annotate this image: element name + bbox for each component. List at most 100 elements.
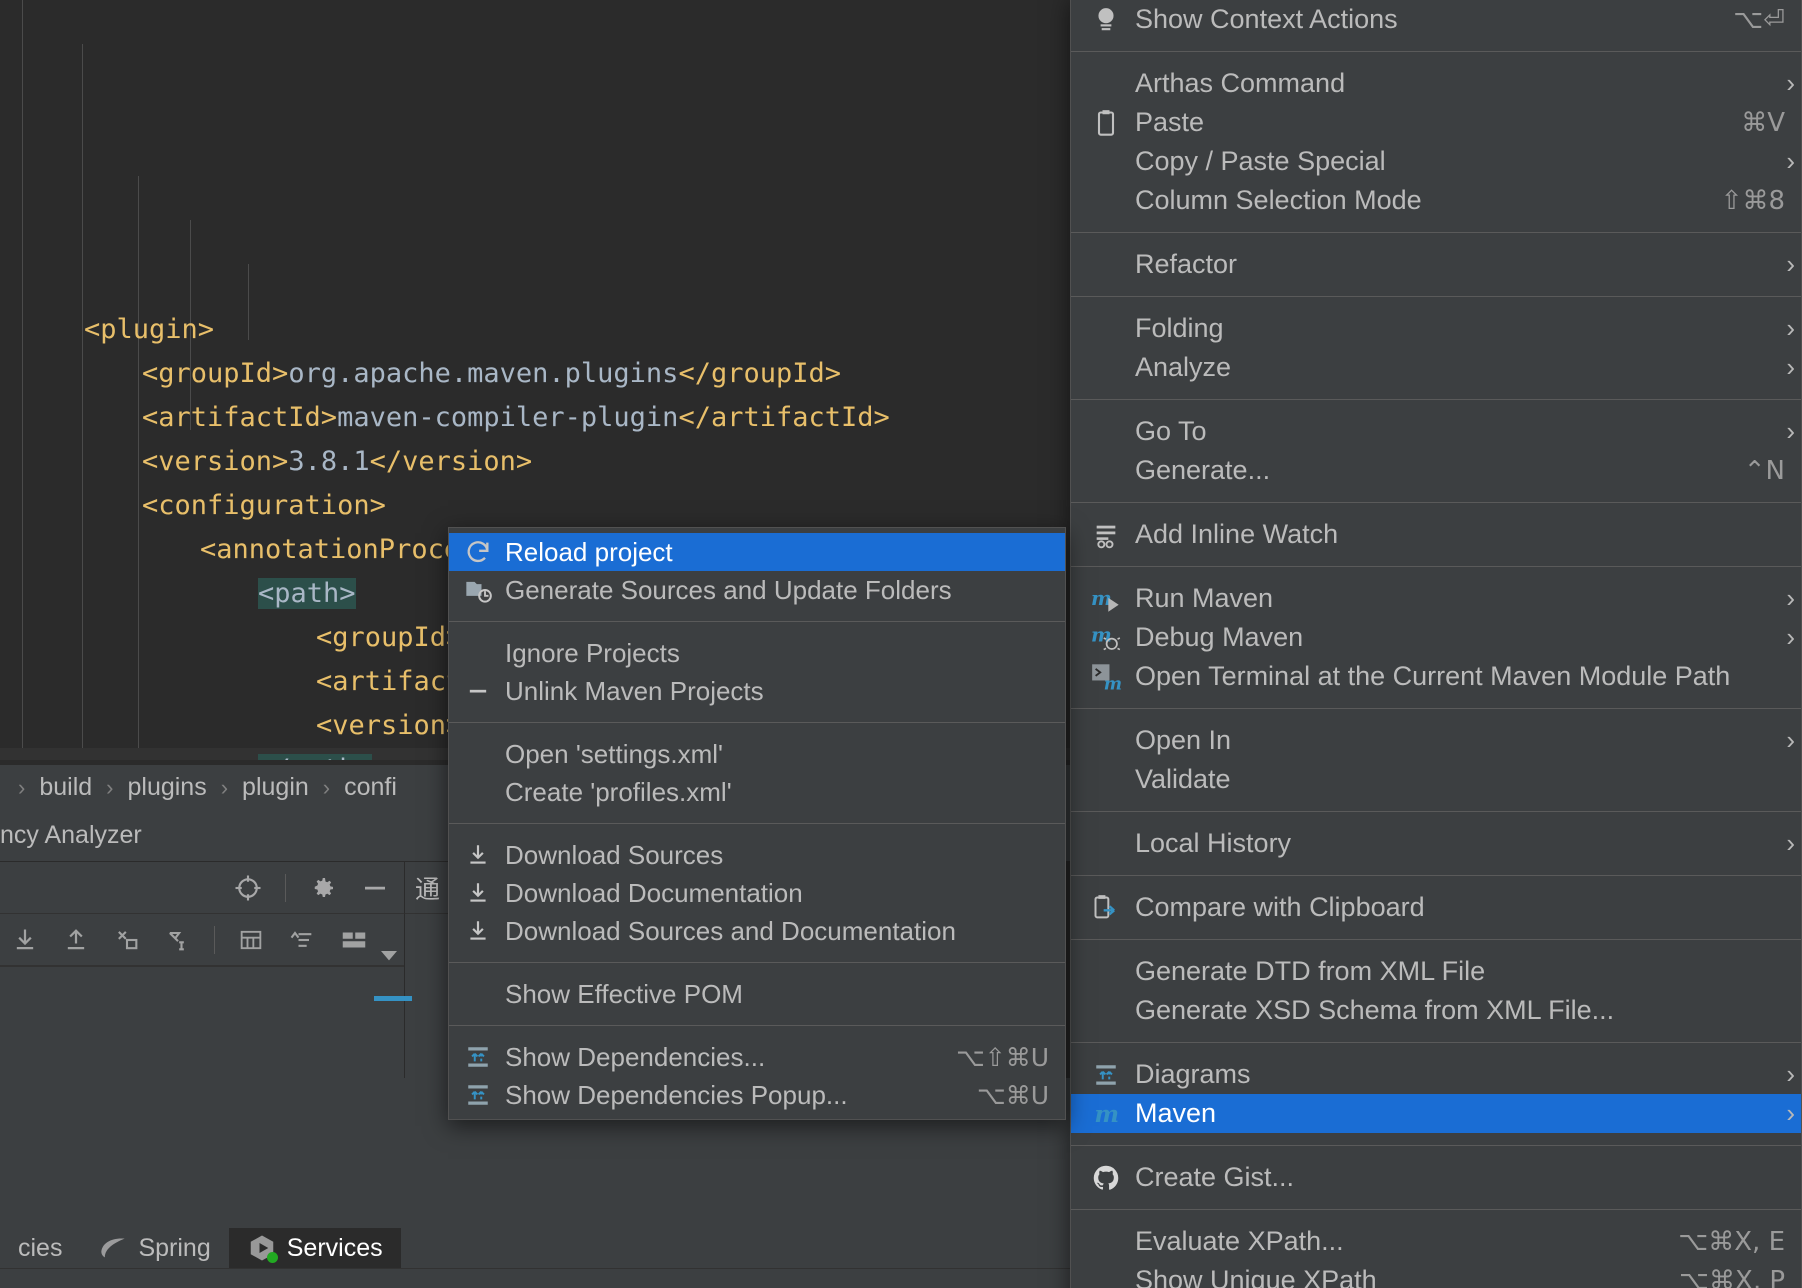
menu-item-compare-with-clipboard[interactable]: Compare with Clipboard (1071, 888, 1801, 927)
menu-item-label: Local History (1135, 828, 1292, 858)
menu-item-show-effective-pom[interactable]: Show Effective POM (449, 975, 1065, 1013)
menu-item-diagrams[interactable]: Diagrams › (1071, 1055, 1801, 1094)
svg-text:m: m (1091, 624, 1112, 646)
menu-item-open-terminal-at-the-current-maven-module-path[interactable]: m Open Terminal at the Current Maven Modu… (1071, 657, 1801, 696)
gear-icon[interactable] (308, 873, 338, 903)
collapse-all-icon[interactable] (112, 925, 141, 955)
menu-item-label: Evaluate XPath... (1135, 1226, 1344, 1256)
editor-context-menu[interactable]: Show Context Actions ⌥⏎ Arthas Command › Pas… (1070, 0, 1802, 1288)
menu-item-label: Run Maven (1135, 583, 1274, 613)
menu-item-open-in[interactable]: Open In › (1071, 721, 1801, 760)
menu-item-label: Column Selection Mode (1135, 185, 1422, 215)
toolbar-divider (214, 925, 215, 954)
menu-group: Show Context Actions ⌥⏎ (1071, 0, 1801, 44)
menu-item-reload-project[interactable]: Reload project (449, 533, 1065, 571)
code-line: <version>3.8.1</version> (142, 446, 533, 477)
diagrams-icon (1087, 1062, 1125, 1088)
inline-watch-icon (1087, 521, 1125, 549)
menu-separator (449, 1025, 1065, 1026)
toolwindow-toolbar-bottom[interactable] (0, 914, 404, 966)
breadcrumb-item-plugin[interactable]: plugin (242, 773, 309, 802)
upload-icon[interactable] (61, 925, 90, 955)
breadcrumb-item-build[interactable]: build (39, 773, 92, 802)
menu-item-open-settings-xml[interactable]: Open 'settings.xml' (449, 735, 1065, 773)
menu-item-maven[interactable]: m Maven › (1071, 1094, 1801, 1133)
dependencies-icon (461, 1044, 495, 1070)
breadcrumb-separator-icon: › (322, 774, 331, 800)
download-icon[interactable] (10, 925, 39, 955)
menu-item-debug-maven[interactable]: m Debug Maven › (1071, 618, 1801, 657)
menu-group: Show Effective POM (449, 970, 1065, 1018)
sort-icon[interactable] (288, 925, 317, 955)
menu-group: Generate DTD from XML File Generate XSD S… (1071, 947, 1801, 1035)
table-view-icon[interactable] (237, 925, 266, 955)
lightbulb-icon (1087, 6, 1125, 34)
breadcrumb-separator-icon: › (18, 774, 26, 800)
menu-separator (449, 722, 1065, 723)
menu-item-analyze[interactable]: Analyze › (1071, 348, 1801, 387)
menu-item-label: Maven (1135, 1098, 1217, 1128)
menu-item-generate[interactable]: Generate... ⌃N (1071, 451, 1801, 490)
menu-item-unlink-maven-projects[interactable]: Unlink Maven Projects (449, 672, 1065, 710)
tab-dependencies[interactable]: сies (0, 1228, 80, 1268)
menu-item-folding[interactable]: Folding › (1071, 309, 1801, 348)
menu-item-copy-paste-special[interactable]: Copy / Paste Special › (1071, 142, 1801, 181)
menu-item-paste[interactable]: Paste ⌘V (1071, 103, 1801, 142)
maven-submenu[interactable]: Reload project Generate Sources and Updat… (448, 527, 1066, 1120)
code-line: <plugin> (84, 314, 215, 345)
menu-item-label: Download Sources (505, 839, 724, 870)
menu-item-download-sources[interactable]: Download Sources (449, 836, 1065, 874)
menu-group: Go To › Generate... ⌃N (1071, 407, 1801, 495)
chevron-right-icon: › (1786, 1098, 1795, 1128)
chevron-right-icon: › (1786, 622, 1795, 652)
menu-item-local-history[interactable]: Local History › (1071, 824, 1801, 863)
menu-item-label: Ignore Projects (505, 637, 680, 668)
menu-item-download-documentation[interactable]: Download Documentation (449, 874, 1065, 912)
bottom-tool-tabs[interactable]: сies Spring Services (0, 1228, 401, 1268)
tab-spring[interactable]: Spring (80, 1228, 228, 1268)
clipboard-icon (1087, 109, 1125, 137)
menu-item-generate-xsd-schema-from-xml-file[interactable]: Generate XSD Schema from XML File... (1071, 991, 1801, 1030)
minimize-icon[interactable] (360, 873, 390, 903)
menu-item-label: Analyze (1135, 352, 1232, 382)
menu-item-validate[interactable]: Validate (1071, 760, 1801, 799)
menu-item-label: Unlink Maven Projects (505, 675, 764, 706)
menu-item-run-maven[interactable]: m Run Maven › (1071, 579, 1801, 618)
menu-item-generate-sources-and-update-folders[interactable]: Generate Sources and Update Folders (449, 571, 1065, 609)
menu-item-evaluate-xpath[interactable]: Evaluate XPath... ⌥⌘X, E (1071, 1222, 1801, 1261)
menu-item-create-profiles-xml[interactable]: Create 'profiles.xml' (449, 773, 1065, 811)
menu-item-label: Open Terminal at the Current Maven Modul… (1135, 661, 1731, 691)
breadcrumb-item-plugins[interactable]: plugins (127, 773, 206, 802)
menu-item-download-sources-and-documentation[interactable]: Download Sources and Documentation (449, 912, 1065, 950)
menu-item-create-gist[interactable]: Create Gist... (1071, 1158, 1801, 1197)
tab-services[interactable]: Services (228, 1228, 401, 1268)
menu-item-generate-dtd-from-xml-file[interactable]: Generate DTD from XML File (1071, 952, 1801, 991)
menu-item-ignore-projects[interactable]: Ignore Projects (449, 634, 1065, 672)
menu-group: Show Dependencies... ⌥⇧⌘U Show Dependencie… (449, 1033, 1065, 1119)
menu-item-shortcut: ⌃N (1743, 455, 1785, 486)
chevron-right-icon: › (1786, 249, 1795, 279)
menu-item-column-selection-mode[interactable]: Column Selection Mode ⇧⌘8 (1071, 181, 1801, 220)
menu-item-add-inline-watch[interactable]: Add Inline Watch (1071, 515, 1801, 554)
menu-item-label: Open In (1135, 725, 1232, 755)
menu-item-arthas-command[interactable]: Arthas Command › (1071, 64, 1801, 103)
jump-to-source-icon[interactable] (163, 925, 192, 955)
locate-icon[interactable] (233, 873, 263, 903)
menu-item-go-to[interactable]: Go To › (1071, 412, 1801, 451)
menu-item-shortcut: ⌥⇧⌘U (955, 1042, 1049, 1072)
menu-item-show-dependencies-popup[interactable]: Show Dependencies Popup... ⌥⌘U (449, 1076, 1065, 1114)
menu-group: Local History › (1071, 819, 1801, 868)
menu-item-refactor[interactable]: Refactor › (1071, 245, 1801, 284)
menu-item-show-unique-xpath[interactable]: Show Unique XPath ⌥⌘X, P (1071, 1261, 1801, 1288)
menu-item-label: Copy / Paste Special (1135, 146, 1386, 176)
breadcrumb-item-configuration[interactable]: confi (344, 773, 397, 802)
menu-item-show-dependencies[interactable]: Show Dependencies... ⌥⇧⌘U (449, 1038, 1065, 1076)
menu-group: Refactor › (1071, 240, 1801, 289)
run-maven-icon: m (1087, 585, 1125, 613)
menu-item-label: Create Gist... (1135, 1162, 1295, 1192)
chevron-right-icon: › (1786, 416, 1795, 446)
chevron-down-icon[interactable] (375, 945, 404, 965)
toolwindow-toolbar-top[interactable] (0, 862, 404, 914)
layout-icon[interactable] (339, 925, 369, 955)
menu-item-show-context-actions[interactable]: Show Context Actions ⌥⏎ (1071, 0, 1801, 39)
